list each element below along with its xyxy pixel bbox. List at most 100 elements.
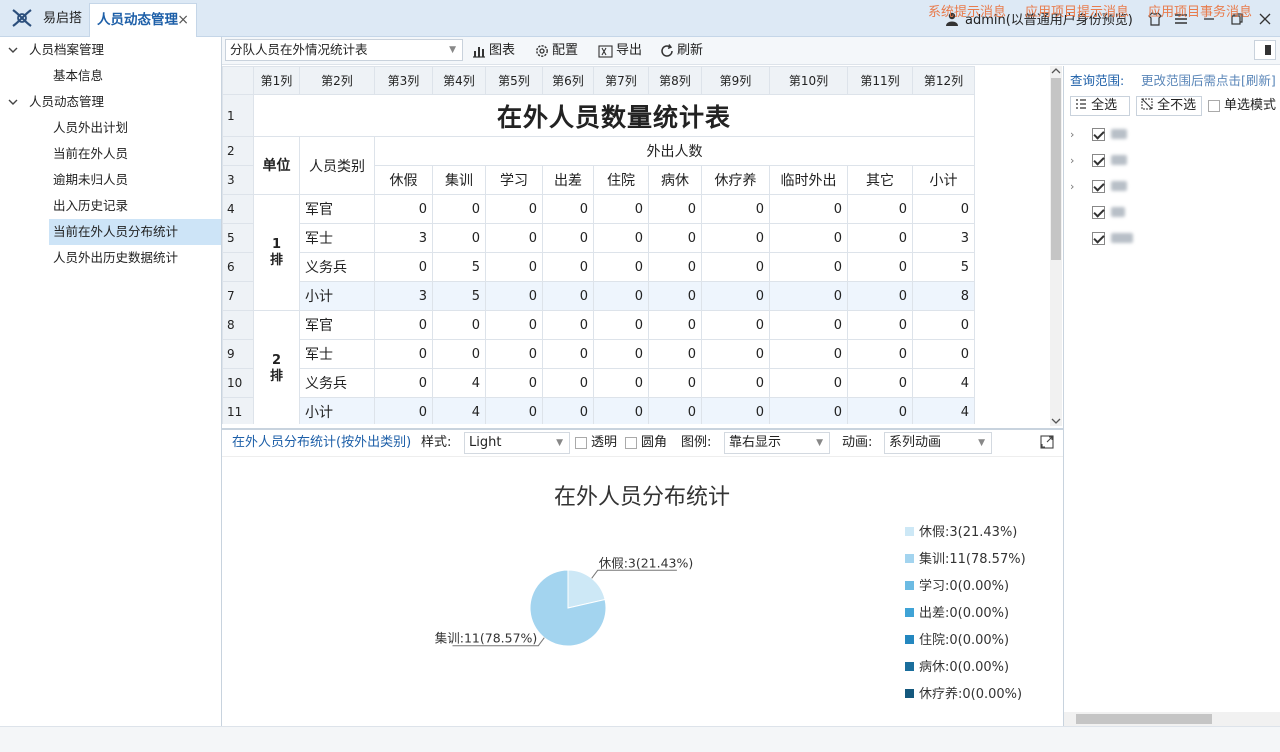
value-cell[interactable]: 0: [485, 281, 543, 311]
animation-select[interactable]: 系列动画 ▼: [884, 432, 992, 454]
value-cell[interactable]: 0: [701, 339, 770, 369]
checkbox-box[interactable]: [625, 436, 637, 449]
value-cell[interactable]: 5: [432, 252, 486, 282]
app-name-tab[interactable]: 易启搭: [36, 0, 89, 37]
type-cell[interactable]: 军士: [299, 339, 375, 369]
value-cell[interactable]: 4: [912, 397, 975, 424]
checkbox-box[interactable]: [575, 436, 587, 449]
value-cell[interactable]: 0: [648, 368, 702, 398]
value-cell[interactable]: 0: [769, 194, 848, 224]
sidebar-item-distribution[interactable]: 当前在外人员分布统计: [49, 219, 221, 245]
type-cell[interactable]: 小计: [299, 397, 375, 424]
chevron-right-icon[interactable]: ›: [1070, 154, 1086, 167]
value-cell[interactable]: 0: [542, 397, 594, 424]
value-cell[interactable]: 0: [374, 252, 433, 282]
export-button[interactable]: 导出: [598, 37, 642, 65]
value-cell[interactable]: 0: [912, 310, 975, 340]
tree-node[interactable]: ›: [1070, 173, 1127, 199]
value-cell[interactable]: 0: [485, 397, 543, 424]
value-cell[interactable]: 0: [432, 194, 486, 224]
status-app-messages[interactable]: 应用项目提示消息: [1025, 0, 1129, 26]
row-number[interactable]: 1: [222, 94, 254, 137]
tab-personnel-dynamics[interactable]: 人员动态管理 ×: [89, 3, 197, 37]
sidebar-item-current-out[interactable]: 当前在外人员: [0, 141, 222, 167]
value-cell[interactable]: 0: [485, 339, 543, 369]
value-cell[interactable]: 0: [847, 368, 913, 398]
legend-swatch[interactable]: [905, 689, 914, 698]
chart-button[interactable]: 图表: [472, 37, 515, 65]
value-cell[interactable]: 0: [847, 310, 913, 340]
checkbox-checked-icon[interactable]: [1092, 153, 1105, 167]
value-cell[interactable]: 0: [593, 339, 649, 369]
status-app-tasks[interactable]: 应用项目事务消息: [1148, 0, 1252, 26]
legend-item[interactable]: 病休:0(0.00%): [919, 660, 1009, 675]
legend-item[interactable]: 集训:11(78.57%): [919, 551, 1026, 567]
legend-item[interactable]: 学习:0(0.00%): [919, 578, 1009, 594]
value-cell[interactable]: 0: [769, 310, 848, 340]
value-cell[interactable]: 0: [593, 252, 649, 282]
tree-node[interactable]: [1070, 199, 1125, 225]
value-cell[interactable]: 0: [432, 310, 486, 340]
value-cell[interactable]: 0: [374, 310, 433, 340]
value-cell[interactable]: 0: [648, 310, 702, 340]
sidebar-item-overdue[interactable]: 逾期未归人员: [0, 167, 222, 193]
value-cell[interactable]: 0: [542, 339, 594, 369]
value-cell[interactable]: 0: [769, 223, 848, 253]
value-cell[interactable]: 4: [912, 368, 975, 398]
sidebar-item-history-stats[interactable]: 人员外出历史数据统计: [0, 245, 222, 271]
value-cell[interactable]: 0: [593, 281, 649, 311]
value-cell[interactable]: 8: [912, 281, 975, 311]
panel-horizontal-scrollbar[interactable]: [1064, 712, 1280, 726]
checkbox-checked-icon[interactable]: [1092, 127, 1105, 141]
value-cell[interactable]: 0: [701, 194, 770, 224]
scrollbar-thumb[interactable]: [1076, 714, 1212, 724]
value-cell[interactable]: 0: [847, 223, 913, 253]
close-tab-icon[interactable]: ×: [177, 4, 189, 36]
value-cell[interactable]: 0: [648, 281, 702, 311]
value-cell[interactable]: 0: [648, 194, 702, 224]
column-header[interactable]: 第10列: [769, 66, 848, 95]
value-cell[interactable]: 0: [542, 223, 594, 253]
value-cell[interactable]: 0: [485, 223, 543, 253]
value-cell[interactable]: 0: [769, 397, 848, 424]
value-cell[interactable]: 0: [847, 339, 913, 369]
value-cell[interactable]: 0: [374, 397, 433, 424]
row-number[interactable]: 4: [222, 194, 254, 224]
value-cell[interactable]: 4: [432, 368, 486, 398]
value-cell[interactable]: 0: [542, 252, 594, 282]
type-cell[interactable]: 义务兵: [299, 368, 375, 398]
select-all-button[interactable]: 全选: [1070, 96, 1130, 116]
legend-item[interactable]: 休疗养:0(0.00%): [919, 686, 1022, 702]
legend-swatch[interactable]: [905, 581, 914, 590]
value-cell[interactable]: 0: [847, 252, 913, 282]
value-cell[interactable]: 0: [374, 339, 433, 369]
value-cell[interactable]: 0: [847, 281, 913, 311]
checkbox-checked-icon[interactable]: [1092, 231, 1105, 245]
legend-select[interactable]: 靠右显示 ▼: [724, 432, 830, 454]
toggle-panel-icon[interactable]: [1254, 40, 1276, 60]
value-cell[interactable]: 0: [542, 310, 594, 340]
sidebar-group-archive[interactable]: 人员档案管理: [0, 37, 222, 63]
checkbox-checked-icon[interactable]: [1092, 205, 1105, 219]
select-none-button[interactable]: 全不选: [1136, 96, 1202, 116]
legend-swatch[interactable]: [905, 635, 914, 644]
rounded-checkbox[interactable]: 圆角: [625, 428, 667, 457]
value-cell[interactable]: 0: [769, 252, 848, 282]
value-cell[interactable]: 0: [648, 252, 702, 282]
value-cell[interactable]: 0: [593, 194, 649, 224]
value-cell[interactable]: 0: [374, 368, 433, 398]
value-cell[interactable]: 0: [701, 281, 770, 311]
type-cell[interactable]: 军士: [299, 223, 375, 253]
row-number[interactable]: 9: [222, 339, 254, 369]
row-number[interactable]: 8: [222, 310, 254, 340]
transparent-checkbox[interactable]: 透明: [575, 428, 617, 457]
value-cell[interactable]: 0: [847, 194, 913, 224]
sidebar-item-out-plan[interactable]: 人员外出计划: [0, 115, 222, 141]
value-cell[interactable]: 0: [593, 310, 649, 340]
sidebar-item-basic-info[interactable]: 基本信息: [0, 63, 222, 89]
value-cell[interactable]: 0: [648, 339, 702, 369]
type-cell[interactable]: 军官: [299, 310, 375, 340]
value-cell[interactable]: 0: [769, 281, 848, 311]
column-header[interactable]: 第9列: [701, 66, 770, 95]
value-cell[interactable]: 0: [485, 310, 543, 340]
